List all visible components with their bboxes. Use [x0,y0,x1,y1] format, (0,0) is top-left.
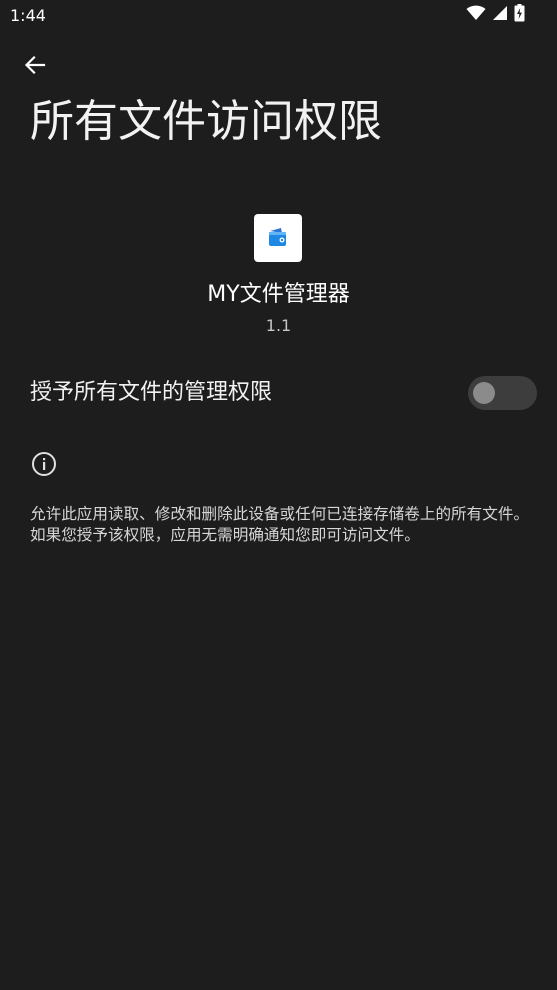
switch-thumb [473,382,495,404]
app-version: 1.1 [265,316,292,335]
status-time: 1:44 [10,6,46,25]
arrow-left-icon [24,55,46,75]
battery-icon [514,4,525,26]
app-name: MY文件管理器 [207,282,350,307]
toggle-label: 授予所有文件的管理权限 [30,380,273,405]
page-title: 所有文件访问权限 [30,96,382,147]
app-icon [254,214,302,262]
signal-icon [492,5,508,25]
all-files-access-toggle-row[interactable]: 授予所有文件的管理权限 [0,362,557,426]
back-button[interactable] [18,48,52,82]
file-manager-app-icon [269,228,286,246]
status-icons [466,4,525,26]
wifi-icon [466,5,486,25]
permission-description: 允许此应用读取、修改和删除此设备或任何已连接存储卷上的所有文件。如果您授予该权限… [30,505,530,544]
all-files-access-switch[interactable] [468,376,537,410]
info-icon [31,451,57,477]
status-bar: 1:44 [0,0,557,32]
